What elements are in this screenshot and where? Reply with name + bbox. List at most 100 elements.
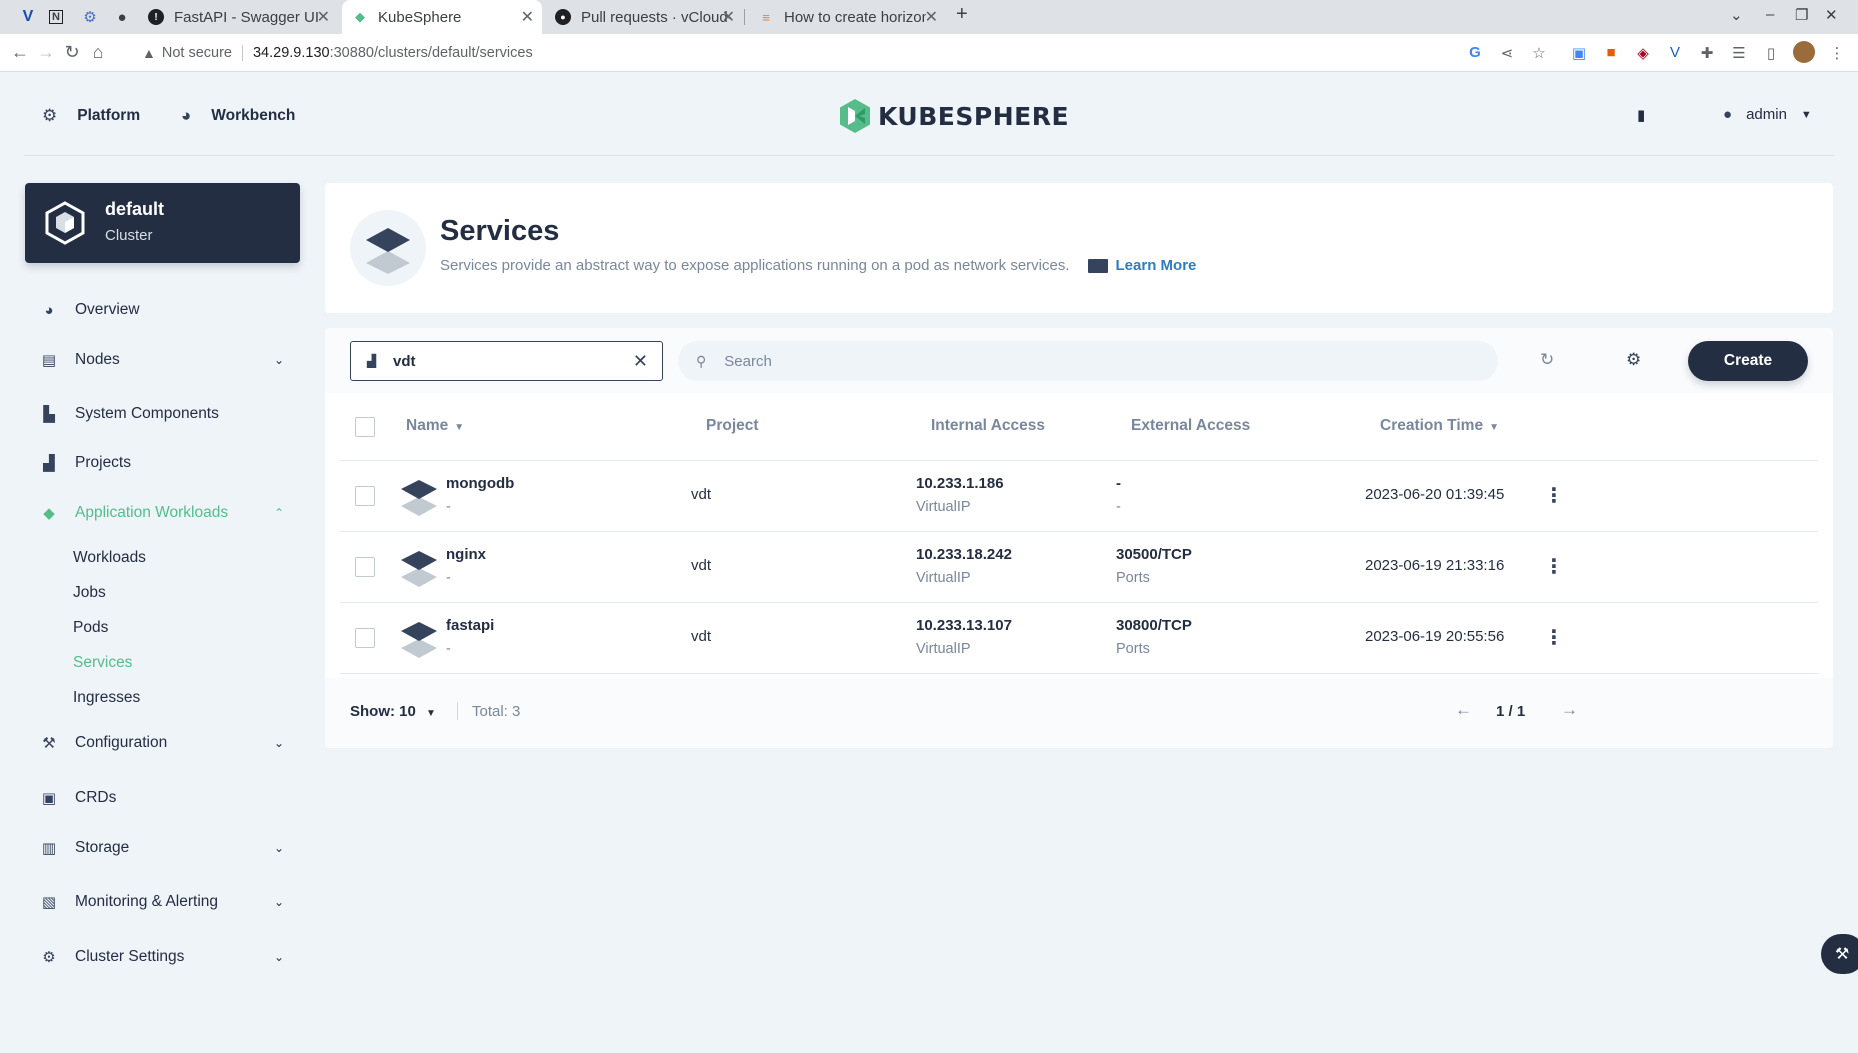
bookmark-star-icon[interactable]: ☆ <box>1529 44 1549 62</box>
external-access: - <box>1116 475 1121 492</box>
create-button[interactable]: Create <box>1688 341 1808 381</box>
prev-page-icon[interactable]: ← <box>1455 700 1472 720</box>
minimize-icon[interactable]: – <box>1766 6 1774 23</box>
tab-kubesphere[interactable]: ◆ KubeSphere ✕ <box>342 0 542 34</box>
row-checkbox[interactable] <box>355 628 375 648</box>
reading-list-icon[interactable]: ☰ <box>1729 44 1749 62</box>
dashboard-icon: ◕ <box>44 301 54 319</box>
more-actions-icon[interactable]: ⋮ <box>1544 625 1564 650</box>
sidebar-item-system-components[interactable]: ▙ System Components <box>40 402 290 426</box>
tab-search-icon[interactable]: ⌄ <box>1730 6 1743 24</box>
service-name-link[interactable]: fastapi <box>446 617 494 634</box>
search-icon: ⚲ <box>696 352 707 369</box>
sidebar-subitem-pods[interactable]: Pods <box>73 619 108 637</box>
profile-avatar[interactable] <box>1793 41 1815 67</box>
kubesphere-logo[interactable]: KUBESPHERE <box>838 98 1069 134</box>
tab-stackoverflow[interactable]: ≡ How to create horizontal ✕ <box>748 0 946 34</box>
sidebar-item-overview[interactable]: ◕ Overview <box>40 298 290 322</box>
chevron-down-icon: ⌄ <box>273 736 284 750</box>
row-checkbox[interactable] <box>355 486 375 506</box>
toolbox-button[interactable]: ⚒ <box>1821 934 1858 974</box>
tab-pull-requests[interactable]: ● Pull requests · vCloud-DF ✕ <box>545 0 743 34</box>
url-field[interactable]: ▲ Not secure 34.29.9.130:30880/clusters/… <box>142 39 1482 67</box>
external-type: Ports <box>1116 570 1150 586</box>
docs-book-icon[interactable]: ▮ <box>1637 106 1645 124</box>
chevron-up-icon: ⌃ <box>273 506 284 520</box>
sidebar-item-crds[interactable]: ▣ CRDs <box>40 786 290 810</box>
sidebar-subitem-workloads[interactable]: Workloads <box>73 549 146 567</box>
column-name[interactable]: Name ▼ <box>406 417 464 435</box>
puzzle-icon[interactable]: ✚ <box>1697 44 1717 62</box>
settings-gear-icon[interactable]: ⚙ <box>1626 350 1641 370</box>
external-type: Ports <box>1116 641 1150 657</box>
gear-icon: ⚙ <box>42 106 58 125</box>
extension-icon[interactable]: ■ <box>1601 44 1621 61</box>
sidebar-item-monitoring-alerting[interactable]: ▧ Monitoring & Alerting ⌄ <box>40 890 290 914</box>
address-bar: ← → ↻ ⌂ ▲ Not secure 34.29.9.130:30880/c… <box>0 34 1858 72</box>
close-icon[interactable]: ✕ <box>521 7 534 27</box>
sidebar-item-nodes[interactable]: ▤ Nodes ⌄ <box>40 348 290 372</box>
window-close-icon[interactable]: ✕ <box>1825 6 1838 24</box>
close-icon[interactable]: ✕ <box>925 7 938 27</box>
sidebar-subitem-ingresses[interactable]: Ingresses <box>73 689 140 707</box>
sidebar-item-application-workloads[interactable]: ◆ Application Workloads ⌃ <box>40 501 290 525</box>
page-title: Services <box>440 215 560 247</box>
select-all-checkbox[interactable] <box>355 417 375 437</box>
forward-icon[interactable]: → <box>36 42 56 63</box>
pinned-tab-settings[interactable]: ⚙ <box>76 0 104 34</box>
sidebar-subitem-services[interactable]: Services <box>73 654 132 672</box>
new-tab-icon[interactable]: + <box>956 3 968 26</box>
pinned-tab-vivaldi[interactable]: V <box>14 0 42 34</box>
refresh-icon[interactable]: ↻ <box>1540 350 1554 370</box>
components-icon: ▙ <box>43 406 55 423</box>
vue-devtools-icon[interactable]: V <box>1665 44 1685 61</box>
service-name-link[interactable]: nginx <box>446 546 486 563</box>
next-page-icon[interactable]: → <box>1561 700 1578 720</box>
search-input[interactable]: ⚲ Search <box>678 341 1498 381</box>
close-icon[interactable]: ✕ <box>722 7 735 27</box>
platform-nav[interactable]: ⚙ Platform <box>42 106 140 126</box>
home-icon[interactable]: ⌂ <box>88 42 108 63</box>
pinned-tab-notion[interactable]: N <box>42 0 70 34</box>
sidebar-item-projects[interactable]: ▟ Projects <box>40 451 290 475</box>
project-filter[interactable]: ▟ vdt ✕ <box>350 341 663 381</box>
learn-more-link[interactable]: Learn More <box>1087 257 1196 274</box>
table-row[interactable]: mongodb - vdt 10.233.1.186 VirtualIP - -… <box>340 461 1818 532</box>
kubesphere-icon: ◆ <box>355 9 365 24</box>
user-menu[interactable]: ● admin ▼ <box>1723 106 1812 123</box>
page-size-select[interactable]: Show: 10 ▼ <box>350 703 436 720</box>
pinned-tab-github[interactable]: ● <box>108 0 136 34</box>
dashboard-icon: ◕ <box>181 106 192 125</box>
browser-menu-icon[interactable]: ⋮ <box>1827 44 1847 62</box>
google-icon[interactable]: G <box>1465 44 1485 61</box>
cluster-card[interactable]: default Cluster <box>25 183 300 263</box>
maximize-icon[interactable]: ❐ <box>1795 6 1808 24</box>
close-icon[interactable]: ✕ <box>317 7 330 27</box>
translate-icon[interactable]: ▣ <box>1569 44 1589 62</box>
more-actions-icon[interactable]: ⋮ <box>1544 483 1564 508</box>
sidebar-subitem-jobs[interactable]: Jobs <box>73 584 106 602</box>
workbench-nav[interactable]: ◕ Workbench <box>181 106 295 126</box>
service-icon <box>401 480 437 516</box>
service-name-link[interactable]: mongodb <box>446 475 514 492</box>
clear-icon[interactable]: ✕ <box>633 351 648 372</box>
app-header: ⚙ Platform ◕ Workbench KUBESPHERE ▮ ● ad… <box>0 72 1858 156</box>
column-creation-time[interactable]: Creation Time ▼ <box>1380 417 1499 435</box>
project-icon: ▟ <box>367 354 377 368</box>
ublock-icon[interactable]: ◈ <box>1633 44 1653 62</box>
row-checkbox[interactable] <box>355 557 375 577</box>
chevron-down-icon: ▼ <box>426 708 436 719</box>
share-icon[interactable]: ⋖ <box>1497 44 1517 62</box>
sidebar-item-storage[interactable]: ▥ Storage ⌄ <box>40 836 290 860</box>
table-row[interactable]: nginx - vdt 10.233.18.242 VirtualIP 3050… <box>340 532 1818 603</box>
sidebar-item-cluster-settings[interactable]: ⚙ Cluster Settings ⌄ <box>40 945 290 969</box>
page-banner: Services Services provide an abstract wa… <box>325 183 1833 313</box>
table-row[interactable]: fastapi - vdt 10.233.13.107 VirtualIP 30… <box>340 603 1818 674</box>
back-icon[interactable]: ← <box>10 42 30 63</box>
side-panel-icon[interactable]: ▯ <box>1761 44 1781 62</box>
reload-icon[interactable]: ↻ <box>62 42 82 63</box>
table-header: Name ▼ Project Internal Access External A… <box>340 393 1818 461</box>
sidebar-item-configuration[interactable]: ⚒ Configuration ⌄ <box>40 731 290 755</box>
tab-fastapi[interactable]: ! FastAPI - Swagger UI ✕ <box>138 0 338 34</box>
more-actions-icon[interactable]: ⋮ <box>1544 554 1564 579</box>
